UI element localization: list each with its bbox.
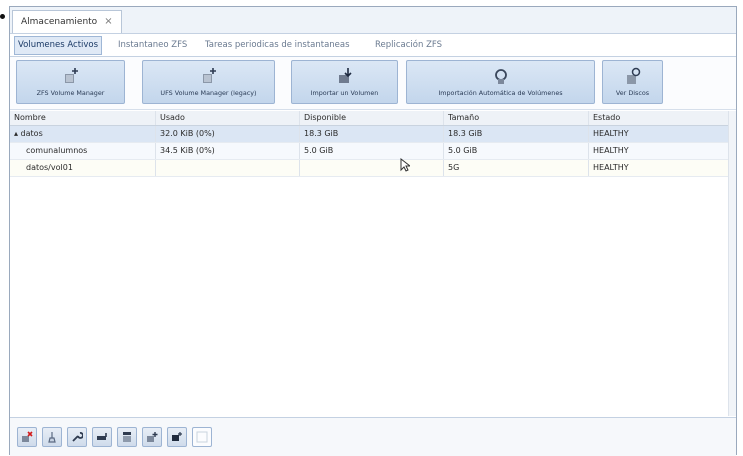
column-header-tamano[interactable]: Tamaño [444, 111, 589, 125]
toolbar-label: UFS Volume Manager (legacy) [160, 89, 257, 97]
create-zvol-button[interactable] [142, 427, 162, 447]
window-tab-bar: Almacenamiento × [10, 7, 736, 34]
column-header-disponible[interactable]: Disponible [300, 111, 444, 125]
action-bar [10, 417, 736, 456]
cell-tamano: 5.0 GiB [444, 143, 589, 159]
snapshot-button[interactable] [167, 427, 187, 447]
importar-volumen-button[interactable]: Importar un Volumen [291, 60, 398, 104]
close-icon[interactable]: × [104, 16, 112, 27]
cell-usado [156, 160, 300, 176]
page-bullet [0, 14, 5, 19]
volumes-table: Nombre Usado Disponible Tamaño Estado ▴ … [10, 111, 736, 416]
cell-usado: 32.0 KiB (0%) [156, 126, 300, 142]
storage-window: Almacenamiento × Volumenes Activos Instan… [9, 6, 737, 456]
column-header-nombre[interactable]: Nombre [10, 111, 156, 125]
cell-estado: HEALTHY [589, 126, 731, 142]
create-zvol-icon [147, 432, 158, 442]
cell-estado: HEALTHY [589, 160, 731, 176]
importacion-automatica-button[interactable]: Importación Automática de Volúmenes [406, 60, 595, 104]
zfs-volume-manager-button[interactable]: ZFS Volume Manager [16, 60, 125, 104]
ver-discos-button[interactable]: Ver Discos [602, 60, 663, 104]
detach-volume-icon [22, 431, 33, 442]
disk-add-icon [64, 68, 78, 83]
cell-tamano: 5G [444, 160, 589, 176]
cell-disponible [300, 160, 444, 176]
toolbar: ZFS Volume Manager UFS Volume Manager (l… [10, 57, 736, 110]
ufs-volume-manager-button[interactable]: UFS Volume Manager (legacy) [142, 60, 275, 104]
table-header: Nombre Usado Disponible Tamaño Estado [10, 111, 736, 126]
subtab-replicacion-zfs[interactable]: Replicación ZFS [375, 37, 442, 54]
cell-nombre: datos/vol01 [10, 160, 156, 176]
toolbar-label: Importación Automática de Volúmenes [438, 89, 563, 97]
table-row[interactable]: ▴ datos 32.0 KiB (0%) 18.3 GiB 18.3 GiB … [10, 126, 736, 143]
blank-button[interactable] [192, 427, 212, 447]
subtab-volumenes-activos[interactable]: Volumenes Activos [14, 36, 103, 55]
column-header-estado[interactable]: Estado [589, 111, 731, 125]
snapshot-icon [172, 432, 182, 441]
mouse-pointer-icon [400, 158, 410, 172]
blank-icon [196, 431, 208, 443]
table-row[interactable]: comunalumnos 34.5 KiB (0%) 5.0 GiB 5.0 G… [10, 143, 736, 160]
change-permissions-button[interactable] [92, 427, 112, 447]
cell-estado: HEALTHY [589, 143, 731, 159]
cell-nombre: comunalumnos [10, 143, 156, 159]
detach-volume-button[interactable] [17, 427, 37, 447]
cell-tamano: 18.3 GiB [444, 126, 589, 142]
toolbar-label: Ver Discos [615, 89, 650, 97]
table-row[interactable]: datos/vol01 5G HEALTHY [10, 160, 736, 177]
tab-almacenamiento[interactable]: Almacenamiento × [12, 10, 122, 33]
create-dataset-button[interactable] [117, 427, 137, 447]
import-icon [338, 68, 352, 83]
change-permissions-icon [97, 433, 107, 440]
toolbar-label: ZFS Volume Manager [36, 89, 105, 97]
cell-usado: 34.5 KiB (0%) [156, 143, 300, 159]
wrench-icon [72, 432, 83, 442]
view-disks-icon [626, 67, 640, 84]
scrub-button[interactable] [42, 427, 62, 447]
column-header-usado[interactable]: Usado [156, 111, 300, 125]
cell-nombre: ▴ datos [10, 126, 156, 142]
subtab-tareas-periodicas[interactable]: Tareas periodicas de instantaneas [205, 37, 350, 54]
disk-add-icon [202, 68, 216, 83]
auto-import-icon [494, 69, 507, 84]
subtab-instantaneo-zfs[interactable]: Instantaneo ZFS [118, 37, 187, 54]
toolbar-label: Importar un Volumen [310, 89, 379, 97]
vertical-scrollbar[interactable] [728, 111, 736, 416]
scrub-icon [48, 432, 56, 443]
cell-disponible: 5.0 GiB [300, 143, 444, 159]
subtab-bar: Volumenes Activos Instantaneo ZFS Tareas… [10, 34, 736, 57]
create-dataset-icon [123, 432, 131, 442]
edit-options-button[interactable] [67, 427, 87, 447]
cell-disponible: 18.3 GiB [300, 126, 444, 142]
tab-label: Almacenamiento [21, 17, 98, 27]
